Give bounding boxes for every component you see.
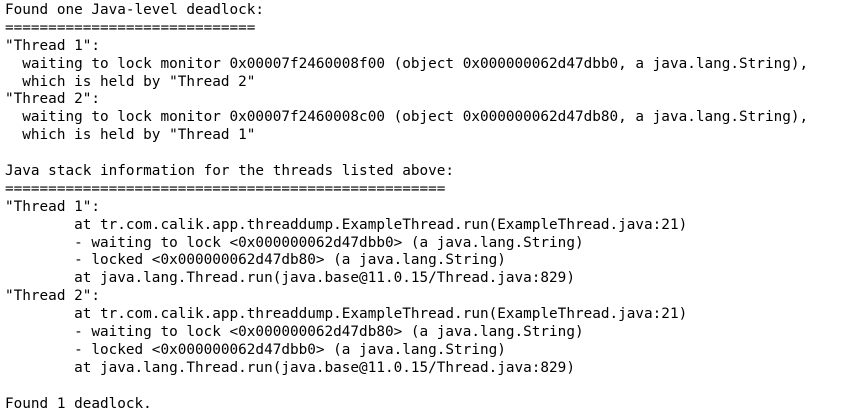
terminal-line: Found one Java-level deadlock: [5,2,265,18]
terminal-line: waiting to lock monitor 0x00007f2460008c… [5,109,809,126]
terminal-line: - waiting to lock <0x000000062d47db80> (… [5,324,584,341]
terminal-line: - locked <0x000000062d47dbb0> (a java.la… [5,341,506,358]
terminal-line: at java.lang.Thread.run(java.base@11.0.1… [5,359,575,376]
terminal-line: ============================= [5,19,256,36]
terminal-line: Found 1 deadlock. [5,395,152,412]
terminal-line: - locked <0x000000062d47db80> (a java.la… [5,252,506,269]
terminal-line: at tr.com.calik.app.threaddump.ExampleTh… [5,216,688,233]
terminal-line: at tr.com.calik.app.threaddump.ExampleTh… [5,306,688,323]
terminal-line: which is held by "Thread 1" [5,127,256,144]
terminal-line: "Thread 1": [5,37,100,54]
terminal-line: "Thread 1": [5,198,100,215]
terminal-line: ========================================… [5,180,446,197]
terminal-line: "Thread 2": [5,288,100,305]
terminal-line: Java stack information for the threads l… [5,163,455,180]
terminal-line: which is held by "Thread 2" [5,73,256,90]
terminal-line: "Thread 2": [5,91,100,108]
terminal-output[interactable]: Found one Java-level deadlock: =========… [0,0,863,418]
terminal-line: at java.lang.Thread.run(java.base@11.0.1… [5,270,575,287]
terminal-line: - waiting to lock <0x000000062d47dbb0> (… [5,234,584,251]
terminal-line: waiting to lock monitor 0x00007f2460008f… [5,55,809,72]
